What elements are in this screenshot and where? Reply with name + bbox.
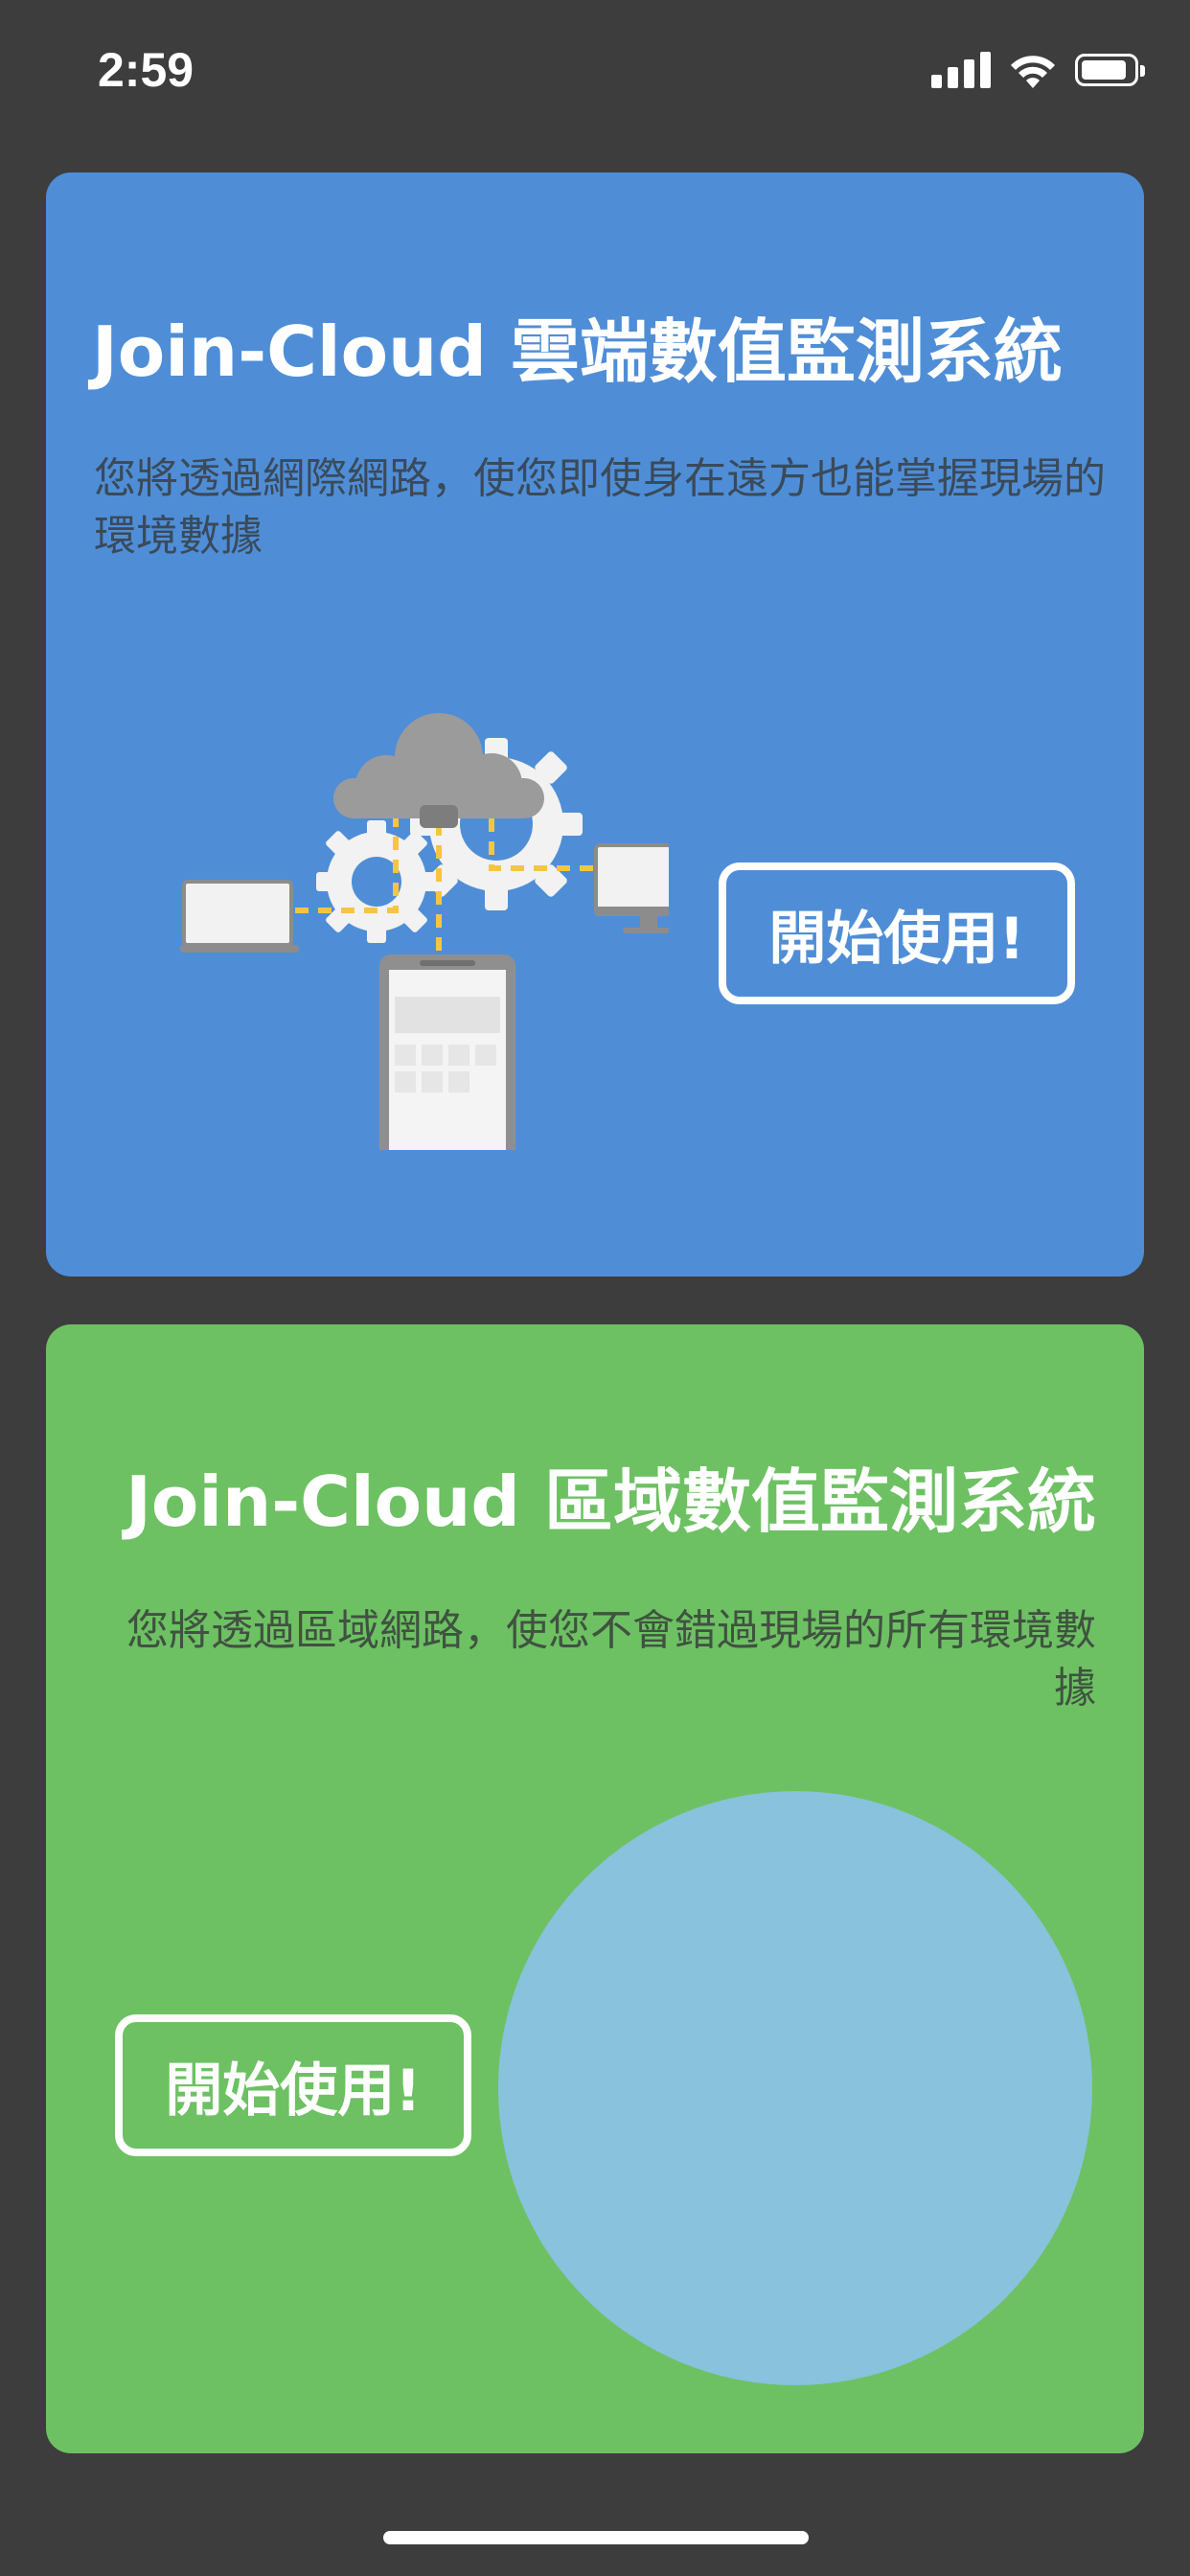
- status-time: 2:59: [98, 43, 195, 97]
- local-system-card[interactable]: Join-Cloud 區域數值監測系統 您將透過區域網路，使您不會錯過現場的所有…: [46, 1324, 1144, 2453]
- status-bar: 2:59: [0, 0, 1190, 144]
- cloud-card-description: 您將透過網際網路，使您即使身在遠方也能掌握現場的環境數據: [94, 454, 1106, 561]
- status-icons: [931, 50, 1145, 92]
- battery-icon: [1075, 54, 1145, 86]
- cellular-signal-icon: [931, 50, 991, 88]
- monitor-icon: [594, 843, 669, 933]
- home-indicator[interactable]: [383, 2531, 809, 2544]
- cloud-card-title: Join-Cloud 雲端數值監測系統: [92, 311, 1063, 392]
- local-start-button[interactable]: 開始使用!: [115, 2014, 471, 2156]
- screen: 2:59 Join-Cloud 雲端數值監測系統 您將透過網際網路，使您即使身在…: [0, 0, 1190, 2576]
- cloud-icon: [333, 713, 544, 828]
- gear-icon: [316, 820, 437, 943]
- wifi-icon: [1011, 56, 1055, 88]
- cloud-network-illustration: [180, 713, 669, 1150]
- smartphone-icon: [379, 954, 515, 1150]
- local-illustration-circle: [498, 1791, 1092, 2385]
- laptop-icon: [180, 880, 299, 953]
- local-card-description: 您將透過區域網路，使您不會錯過現場的所有環境數據: [126, 1606, 1096, 1713]
- local-card-title: Join-Cloud 區域數值監測系統: [126, 1461, 1096, 1542]
- cloud-start-button[interactable]: 開始使用!: [719, 862, 1075, 1004]
- cloud-system-card[interactable]: Join-Cloud 雲端數值監測系統 您將透過網際網路，使您即使身在遠方也能掌…: [46, 172, 1144, 1276]
